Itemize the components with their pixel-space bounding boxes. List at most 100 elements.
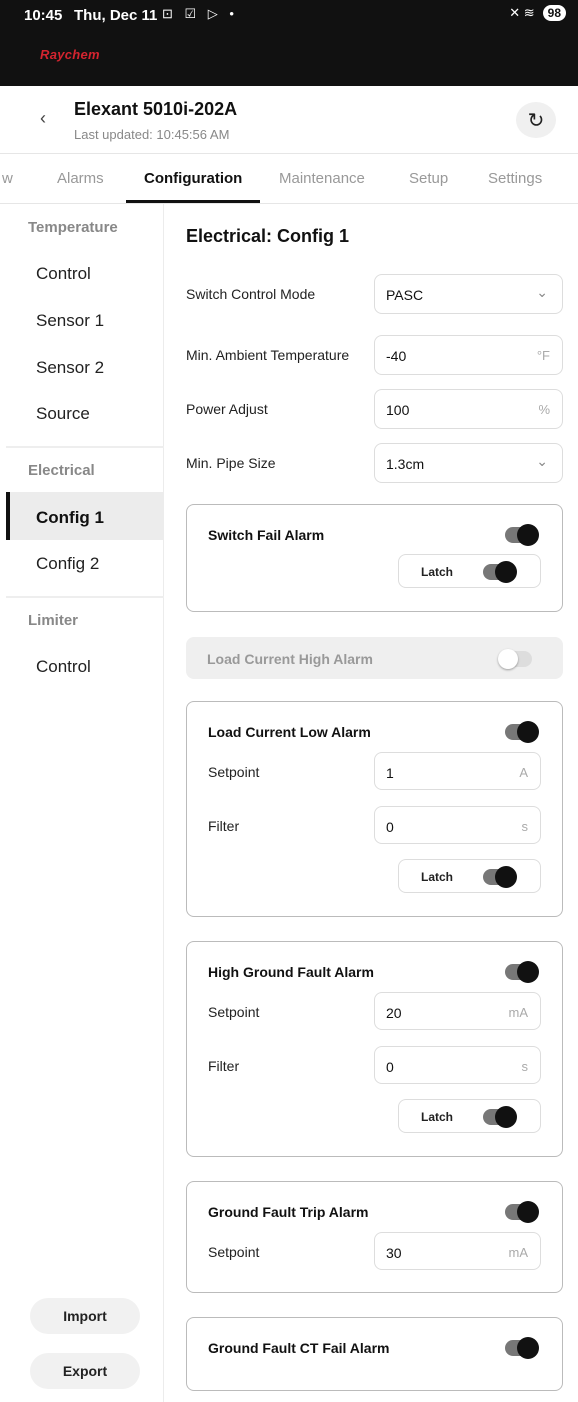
section-title: Electrical: Config 1 — [186, 226, 350, 246]
load-current-low-alarm-toggle[interactable] — [505, 721, 539, 743]
input-value: 1 — [386, 765, 394, 781]
input-value: 30 — [386, 1245, 402, 1261]
sidebar-item-config-2[interactable]: Config 2 — [36, 554, 99, 574]
app-top-bar: 10:45 Thu, Dec 11 ⊡ ☑ ▷ • ✕ ≋ 98 Raychem — [0, 0, 578, 86]
tab-overview[interactable]: w — [2, 170, 13, 187]
sidebar-item-limiter-control[interactable]: Control — [36, 657, 91, 677]
setpoint-input[interactable]: 30 mA — [374, 1232, 541, 1270]
toggle-knob — [495, 1106, 517, 1128]
power-adjust-input[interactable]: 100 % — [374, 389, 563, 429]
input-unit: °F — [536, 348, 550, 363]
setpoint-label: Setpoint — [208, 1004, 260, 1020]
toggle-knob — [517, 721, 539, 743]
sidebar-group-limiter: Limiter — [28, 612, 79, 629]
chevron-down-icon: ⌄ — [536, 453, 548, 469]
input-unit: % — [538, 402, 550, 417]
min-ambient-temperature-label: Min. Ambient Temperature — [186, 347, 350, 363]
select-value: PASC — [386, 287, 424, 303]
setpoint-label: Setpoint — [208, 764, 260, 780]
export-button[interactable]: Export — [30, 1353, 140, 1389]
min-ambient-temperature-input[interactable]: -40 °F — [374, 335, 563, 375]
sidebar-item-config-1[interactable]: Config 1 — [36, 508, 104, 528]
latch-label: Latch — [421, 1110, 454, 1124]
toggle-knob — [517, 524, 539, 546]
latch-control: Latch — [398, 1099, 541, 1133]
input-value: 100 — [386, 402, 410, 418]
switch-control-mode-select[interactable]: PASC ⌄ — [374, 274, 563, 314]
device-header: ‹ Elexant 5010i-202A Last updated: 10:45… — [0, 86, 578, 154]
sidebar-item-sensor-2[interactable]: Sensor 2 — [36, 358, 104, 378]
filter-label: Filter — [208, 1058, 240, 1074]
load-current-high-alarm-toggle[interactable] — [498, 649, 532, 669]
tab-maintenance[interactable]: Maintenance — [279, 170, 365, 187]
setpoint-label: Setpoint — [208, 1244, 260, 1260]
filter-input[interactable]: 0 s — [374, 806, 541, 844]
high-ground-fault-alarm-toggle[interactable] — [505, 961, 539, 983]
brand-logo: Raychem — [40, 47, 100, 62]
input-unit: A — [519, 765, 528, 780]
refresh-button[interactable]: ↻ — [516, 102, 556, 138]
chevron-down-icon: ⌄ — [536, 284, 548, 300]
card-title: Ground Fault CT Fail Alarm — [208, 1340, 390, 1356]
input-value: 0 — [386, 1059, 394, 1075]
select-value: 1.3cm — [386, 456, 425, 472]
toggle-knob — [517, 961, 539, 983]
latch-label: Latch — [421, 565, 454, 579]
mute-wifi-icons: ✕ ≋ — [509, 5, 535, 20]
toggle-knob — [498, 649, 518, 669]
latch-toggle[interactable] — [483, 1106, 517, 1128]
tab-configuration[interactable]: Configuration — [144, 170, 242, 187]
latch-control: Latch — [398, 554, 541, 588]
tab-alarms[interactable]: Alarms — [57, 170, 104, 187]
card-title: Ground Fault Trip Alarm — [208, 1204, 369, 1220]
toggle-knob — [517, 1337, 539, 1359]
setpoint-input[interactable]: 20 mA — [374, 992, 541, 1030]
toggle-knob — [517, 1201, 539, 1223]
latch-toggle[interactable] — [483, 866, 517, 888]
sidebar: Temperature Control Sensor 1 Sensor 2 So… — [0, 204, 164, 1402]
chevron-left-icon[interactable]: ‹ — [40, 108, 46, 129]
filter-label: Filter — [208, 818, 240, 834]
switch-control-mode-label: Switch Control Mode — [186, 286, 316, 302]
import-button[interactable]: Import — [30, 1298, 140, 1334]
setpoint-input[interactable]: 1 A — [374, 752, 541, 790]
toggle-knob — [495, 866, 517, 888]
min-pipe-size-label: Min. Pipe Size — [186, 455, 276, 471]
latch-control: Latch — [398, 859, 541, 893]
latch-toggle[interactable] — [483, 561, 517, 583]
switch-fail-alarm-toggle[interactable] — [505, 524, 539, 546]
refresh-icon: ↻ — [527, 109, 545, 132]
ground-fault-trip-alarm-toggle[interactable] — [505, 1201, 539, 1223]
input-unit: s — [521, 819, 529, 834]
ground-fault-ct-fail-alarm-card: Ground Fault CT Fail Alarm — [186, 1317, 563, 1391]
last-updated: Last updated: 10:45:56 AM — [74, 127, 230, 142]
high-ground-fault-alarm-card: High Ground Fault Alarm Setpoint 20 mA F… — [186, 941, 563, 1157]
card-title: High Ground Fault Alarm — [208, 964, 374, 980]
input-value: 20 — [386, 1005, 402, 1021]
filter-input[interactable]: 0 s — [374, 1046, 541, 1084]
sidebar-item-sensor-1[interactable]: Sensor 1 — [36, 311, 104, 331]
sidebar-active-bar — [6, 492, 10, 540]
sidebar-item-temperature-control[interactable]: Control — [36, 264, 91, 284]
min-pipe-size-select[interactable]: 1.3cm ⌄ — [374, 443, 563, 483]
page-title: Elexant 5010i-202A — [74, 99, 238, 119]
sidebar-divider — [6, 446, 164, 448]
card-title: Load Current Low Alarm — [208, 724, 371, 740]
active-tab-indicator — [126, 200, 260, 203]
card-title: Load Current High Alarm — [207, 651, 373, 667]
status-right: ✕ ≋ 98 — [509, 5, 566, 21]
input-value: 0 — [386, 819, 394, 835]
power-adjust-label: Power Adjust — [186, 401, 268, 417]
notification-icons: ⊡ ☑ ▷ • — [162, 6, 238, 21]
input-unit: s — [521, 1059, 529, 1074]
tab-settings[interactable]: Settings — [488, 170, 542, 187]
latch-label: Latch — [421, 870, 454, 884]
input-value: -40 — [386, 348, 407, 364]
sidebar-item-source[interactable]: Source — [36, 404, 90, 424]
input-unit: mA — [508, 1245, 529, 1260]
load-current-low-alarm-card: Load Current Low Alarm Setpoint 1 A Filt… — [186, 701, 563, 917]
tab-setup[interactable]: Setup — [409, 170, 448, 187]
sidebar-group-temperature: Temperature — [28, 219, 118, 236]
status-time: 10:45 — [24, 7, 63, 24]
ground-fault-ct-fail-alarm-toggle[interactable] — [505, 1337, 539, 1359]
